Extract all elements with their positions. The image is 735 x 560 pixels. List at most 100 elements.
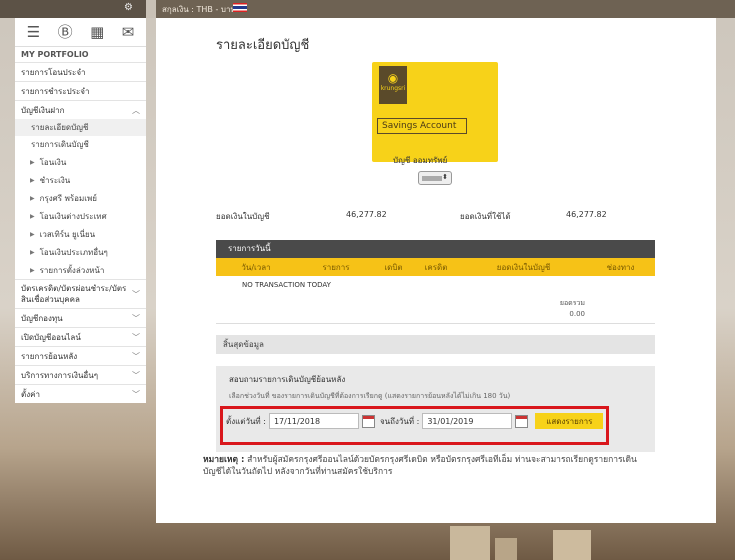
page-title: รายละเอียดบัญชี — [216, 38, 310, 53]
column-header: เดบิต — [384, 262, 403, 272]
column-header: เครดิต — [424, 262, 448, 272]
krungsri-logo: ◉ krungsri — [379, 66, 407, 104]
sidebar-item-label: บัญชีกองทุน — [21, 313, 63, 323]
thai-flag-icon[interactable] — [233, 3, 247, 12]
sidebar-item-label: เวสเทิร์น ยูเนี่ยน — [39, 229, 96, 239]
sidebar: ☰ Ⓑ ▦ ✉ MY PORTFOLIO รายการโอนประจำ รายก… — [15, 18, 146, 403]
note: หมายเหตุ : สำหรับผู้สมัครกรุงศรีออนไลน์ด… — [203, 454, 653, 478]
history-subtitle: เลือกช่วงวันที่ ของรายการเดินบัญชีที่ต้อ… — [229, 392, 511, 400]
sidebar-item-payment[interactable]: ▶ ชำระเงิน — [15, 171, 146, 189]
balance-label: ยอดเงินในบัญชี — [216, 212, 270, 221]
card-type-label: Savings Account — [377, 118, 467, 134]
calendar-icon[interactable] — [361, 414, 375, 428]
sidebar-item-other-services[interactable]: บริการทางการเงินอื่นๆ ﹀ — [15, 365, 146, 384]
expand-arrow-icon: ▶ — [30, 176, 35, 184]
expand-arrow-icon: ▶ — [30, 158, 35, 166]
sidebar-item-western-union[interactable]: ▶ เวสเทิร์น ยูเนี่ยน — [15, 225, 146, 243]
sidebar-item-fund-account[interactable]: บัญชีกองทุน ﹀ — [15, 308, 146, 327]
sidebar-item-label: รายการเดินบัญชี — [31, 140, 89, 149]
sidebar-item-label: โอนเงิน — [39, 157, 67, 167]
sidebar-item-label: กรุงศรี พร้อมเพย์ — [39, 193, 97, 203]
top-bar: ⚙ สกุลเงิน : THB - บาท — [0, 0, 735, 18]
from-date-input[interactable] — [268, 413, 359, 429]
chevron-down-icon: ﹀ — [132, 289, 140, 299]
sidebar-item-promptpay[interactable]: ▶ กรุงศรี พร้อมเพย์ — [15, 189, 146, 207]
to-date-label: จนถึงวันที่ : — [379, 416, 420, 426]
available-value: 46,277.82 — [566, 210, 607, 219]
masked-account-number — [422, 176, 442, 181]
mail-icon[interactable]: ✉ — [122, 24, 135, 40]
calculator-icon[interactable]: ▦ — [90, 24, 104, 40]
to-date-input[interactable] — [422, 413, 513, 429]
sidebar-item-settings[interactable]: ตั้งค่า ﹀ — [15, 384, 146, 403]
account-type: บัญชี ออมทรัพย์ — [393, 156, 448, 165]
total-label: ยอดรวม — [559, 299, 585, 307]
sidebar-item-account-statement[interactable]: รายการเดินบัญชี — [15, 136, 146, 153]
chevron-down-icon: ﹀ — [132, 389, 140, 399]
calendar-icon[interactable] — [515, 414, 529, 428]
account-card: ◉ krungsri Savings Account — [372, 62, 498, 162]
history-title: สอบถามรายการเดินบัญชีย้อนหลัง — [229, 375, 346, 384]
chevron-down-icon: ﹀ — [132, 313, 140, 323]
empty-message: NO TRANSACTION TODAY — [242, 281, 331, 289]
sidebar-item-account-detail[interactable]: รายละเอียดบัญชี — [15, 119, 146, 136]
note-label: หมายเหตุ : — [203, 455, 245, 465]
sidebar-item-other-transfer[interactable]: ▶ โอนเงินประเภทอื่นๆ — [15, 243, 146, 261]
sidebar-item-transfer[interactable]: ▶ โอนเงิน — [15, 153, 146, 171]
sidebar-item-label: โอนเงินต่างประเทศ — [39, 211, 107, 221]
show-transactions-button[interactable]: แสดงรายการ — [535, 413, 604, 429]
expand-arrow-icon: ▶ — [30, 194, 35, 202]
account-number-select[interactable]: ⬍ — [418, 171, 452, 185]
total-value: 0.00 — [569, 310, 585, 318]
sidebar-item-label: บัตรเครดิต/บัตรผ่อนชำระ/บัตรสินเชื่อส่วน… — [21, 284, 127, 304]
expand-arrow-icon: ▶ — [30, 230, 35, 238]
column-header: วัน/เวลา — [241, 262, 271, 272]
sidebar-item-scheduled[interactable]: ▶ รายการตั้งล่วงหน้า — [15, 261, 146, 279]
chevron-down-icon: ﹀ — [132, 332, 140, 342]
sidebar-item-label: ตั้งค่า — [21, 389, 40, 399]
from-date-label: ตั้งแต่วันที่ : — [226, 416, 266, 426]
sidebar-item-deposit-account[interactable]: บัญชีเงินฝาก ︿ — [15, 100, 146, 119]
chevron-down-icon: ﹀ — [132, 351, 140, 361]
user-bar: ⚙ — [0, 0, 146, 18]
sidebar-item-label: รายละเอียดบัญชี — [31, 123, 89, 132]
currency-exchange-icon[interactable]: Ⓑ — [58, 24, 73, 40]
note-text: สำหรับผู้สมัครกรุงศรีออนไลน์ด้วยบัตรกรุง… — [203, 455, 637, 477]
expand-arrow-icon: ▶ — [30, 212, 35, 220]
sidebar-item-recurring-payment[interactable]: รายการชำระประจำ — [15, 81, 146, 100]
user-settings-icon[interactable]: ⚙ — [124, 2, 133, 13]
sidebar-item-label: โอนเงินประเภทอื่นๆ — [39, 247, 108, 257]
background-buildings — [445, 520, 645, 560]
sidebar-item-recurring-transfer[interactable]: รายการโอนประจำ — [15, 62, 146, 81]
sidebar-item-label: บัญชีเงินฝาก — [21, 105, 65, 115]
expand-arrow-icon: ▶ — [30, 248, 35, 256]
currency-label: สกุลเงิน : THB - บาท — [162, 5, 236, 14]
table-total: ยอดรวม 0.00 — [216, 294, 655, 324]
column-header: รายการ — [322, 262, 350, 272]
select-arrows-icon: ⬍ — [442, 173, 448, 181]
sidebar-item-open-account[interactable]: เปิดบัญชีออนไลน์ ﹀ — [15, 327, 146, 346]
main-content: รายละเอียดบัญชี ◉ krungsri Savings Accoun… — [156, 18, 716, 523]
sidebar-item-history[interactable]: รายการย้อนหลัง ﹀ — [15, 346, 146, 365]
chevron-up-icon: ︿ — [132, 105, 140, 115]
sidebar-section-header: MY PORTFOLIO — [21, 50, 89, 59]
sidebar-item-credit-card[interactable]: บัตรเครดิต/บัตรผ่อนชำระ/บัตรสินเชื่อส่วน… — [15, 279, 146, 308]
sidebar-item-label: เปิดบัญชีออนไลน์ — [21, 332, 81, 342]
table-title: รายการวันนี้ — [216, 240, 655, 258]
end-of-data: สิ้นสุดข้อมูล — [216, 335, 655, 354]
sidebar-item-label: รายการชำระประจำ — [21, 86, 90, 96]
menu-icon[interactable]: ☰ — [27, 24, 40, 40]
sidebar-item-label: รายการตั้งล่วงหน้า — [39, 265, 105, 275]
column-header: ช่องทาง — [606, 262, 635, 272]
sidebar-item-international-transfer[interactable]: ▶ โอนเงินต่างประเทศ — [15, 207, 146, 225]
sidebar-toolbar: ☰ Ⓑ ▦ ✉ — [15, 18, 146, 47]
date-range-form: ตั้งแต่วันที่ : จนถึงวันที่ : แสดงรายการ — [226, 413, 604, 429]
chevron-down-icon: ﹀ — [132, 370, 140, 380]
available-label: ยอดเงินที่ใช้ได้ — [460, 212, 511, 221]
sidebar-item-label: รายการโอนประจำ — [21, 67, 86, 77]
expand-arrow-icon: ▶ — [30, 266, 35, 274]
sidebar-item-label: รายการย้อนหลัง — [21, 351, 78, 361]
sidebar-item-label: บริการทางการเงินอื่นๆ — [21, 370, 98, 380]
column-header: ยอดเงินในบัญชี — [496, 262, 551, 272]
sidebar-item-label: ชำระเงิน — [39, 175, 71, 185]
